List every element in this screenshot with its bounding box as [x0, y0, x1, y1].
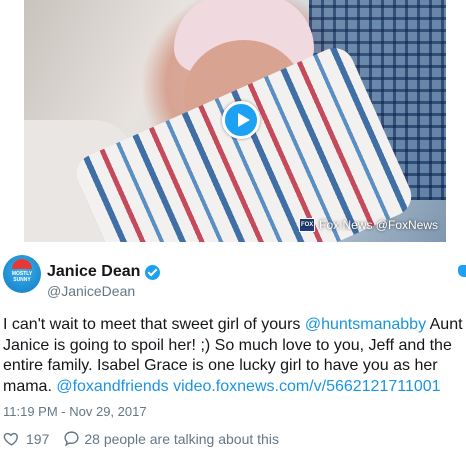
avatar-text: MOSTLY SUNNY	[11, 271, 33, 283]
conversation-count[interactable]: 28 people are talking about this	[84, 431, 279, 447]
user-handle[interactable]: @JaniceDean	[47, 283, 135, 299]
tweet-timestamp[interactable]: 11:19 PM - Nov 29, 2017	[3, 404, 147, 419]
attribution-text[interactable]: Fox News @FoxNews	[319, 218, 438, 232]
video-attribution[interactable]: FOX Fox News @FoxNews	[299, 218, 438, 232]
tweet-text-part: I can't wait to meet that sweet girl of …	[3, 316, 305, 333]
play-icon[interactable]	[222, 101, 260, 139]
reply-bubble-icon[interactable]	[63, 430, 80, 447]
umbrella-icon	[12, 259, 32, 269]
tweet-header: MOSTLY SUNNY Janice Dean @JaniceDean	[0, 255, 466, 301]
mention-link[interactable]: @foxandfriends	[56, 378, 168, 395]
tweet-text: I can't wait to meet that sweet girl of …	[3, 315, 463, 397]
video-url-link[interactable]: video.foxnews.com/v/5662121711001	[173, 378, 440, 395]
avatar[interactable]: MOSTLY SUNNY	[3, 255, 41, 293]
display-name[interactable]: Janice Dean	[47, 263, 140, 281]
tweet-actions: 197 28 people are talking about this	[3, 430, 279, 447]
mention-link[interactable]: @huntsmanabby	[305, 316, 426, 333]
fox-news-logo-icon: FOX	[299, 218, 316, 232]
tweet-video[interactable]: FOX Fox News @FoxNews	[24, 0, 446, 242]
twitter-bird-icon[interactable]	[458, 265, 466, 277]
heart-icon[interactable]	[3, 430, 20, 447]
verified-badge-icon	[145, 264, 161, 280]
name-row: Janice Dean	[47, 263, 161, 281]
like-count: 197	[26, 430, 50, 447]
